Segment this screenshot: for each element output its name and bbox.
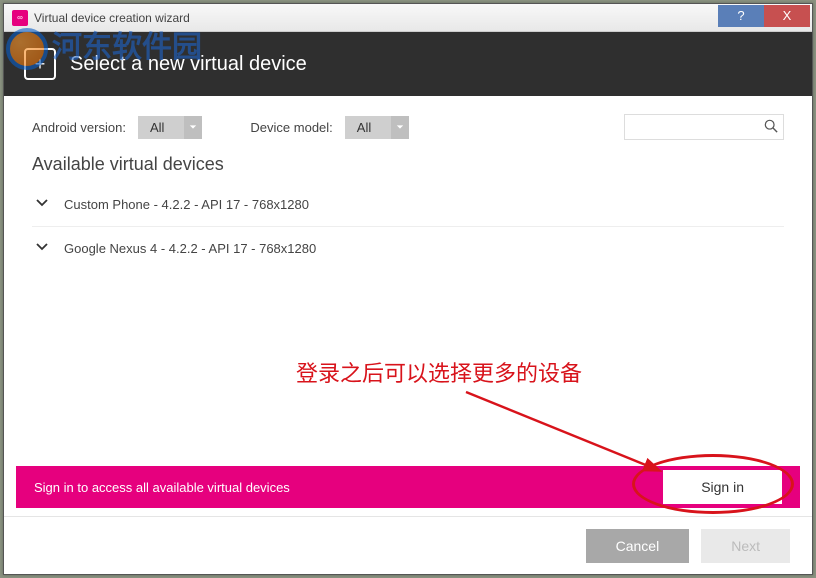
android-version-value: All — [138, 116, 184, 139]
window-title: Virtual device creation wizard — [34, 11, 718, 25]
app-icon: ∞ — [12, 10, 28, 26]
search-input[interactable] — [624, 114, 784, 140]
device-label: Custom Phone - 4.2.2 - API 17 - 768x1280 — [64, 197, 309, 212]
button-bar: Cancel Next — [4, 516, 812, 574]
device-model-value: All — [345, 116, 391, 139]
dropdown-arrow-icon — [184, 116, 202, 139]
device-list-item[interactable]: Custom Phone - 4.2.2 - API 17 - 768x1280 — [32, 183, 784, 226]
close-button[interactable]: X — [764, 5, 810, 27]
android-version-dropdown[interactable]: All — [138, 116, 202, 139]
device-model-dropdown[interactable]: All — [345, 116, 409, 139]
device-model-label: Device model: — [250, 120, 332, 135]
help-button[interactable]: ? — [718, 5, 764, 27]
chevron-down-icon — [36, 197, 48, 212]
search-box — [624, 114, 784, 140]
titlebar: ∞ Virtual device creation wizard ? X — [4, 4, 812, 32]
device-label: Google Nexus 4 - 4.2.2 - API 17 - 768x12… — [64, 241, 316, 256]
signin-bar: Sign in to access all available virtual … — [16, 466, 800, 508]
chevron-down-icon — [36, 241, 48, 256]
signin-text: Sign in to access all available virtual … — [34, 480, 290, 495]
cancel-button[interactable]: Cancel — [586, 529, 690, 563]
search-icon[interactable] — [764, 119, 778, 138]
signin-button[interactable]: Sign in — [663, 470, 782, 504]
dropdown-arrow-icon — [391, 116, 409, 139]
device-list: Custom Phone - 4.2.2 - API 17 - 768x1280… — [4, 183, 812, 270]
wizard-header: + Select a new virtual device — [4, 32, 812, 96]
wizard-title: Select a new virtual device — [70, 53, 307, 76]
next-button: Next — [701, 529, 790, 563]
device-list-item[interactable]: Google Nexus 4 - 4.2.2 - API 17 - 768x12… — [32, 226, 784, 270]
plus-icon: + — [24, 48, 56, 80]
window-buttons: ? X — [718, 9, 810, 27]
filter-bar: Android version: All Device model: All — [4, 96, 812, 140]
available-devices-heading: Available virtual devices — [4, 140, 812, 183]
android-version-label: Android version: — [32, 120, 126, 135]
dialog-window: ∞ Virtual device creation wizard ? X + S… — [3, 3, 813, 575]
